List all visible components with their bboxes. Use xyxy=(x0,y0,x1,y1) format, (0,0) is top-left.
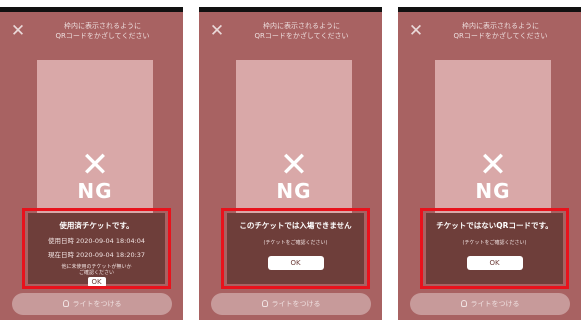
close-icon[interactable]: ✕ xyxy=(406,21,426,41)
light-button-label: ライトをつける xyxy=(72,300,122,308)
phone-screen-no-entry: ✕ 枠内に表示されるように QRコードをかざしてください ✕ NG ライトをつけ… xyxy=(199,7,382,320)
status-bar xyxy=(0,7,183,12)
phone-screen-not-ticket: ✕ 枠内に表示されるように QRコードをかざしてください ✕ NG ライトをつけ… xyxy=(398,7,581,320)
scan-instruction: 枠内に表示されるように QRコードをかざしてください xyxy=(453,22,548,40)
status-bar xyxy=(199,7,382,12)
lightbulb-icon xyxy=(62,300,69,307)
lightbulb-icon xyxy=(460,300,467,307)
phone-screen-used-ticket: ✕ 枠内に表示されるように QRコードをかざしてください ✕ NG ライトをつけ… xyxy=(0,7,183,320)
red-highlight-box xyxy=(22,208,171,289)
ng-label: NG xyxy=(77,179,113,203)
light-button[interactable]: ライトをつける xyxy=(410,293,570,315)
ng-result: ✕ NG xyxy=(37,145,153,203)
light-button-label: ライトをつける xyxy=(271,300,321,308)
red-highlight-box xyxy=(221,208,370,289)
red-highlight-box xyxy=(420,208,569,289)
ng-result: ✕ NG xyxy=(435,145,551,203)
status-bar xyxy=(398,7,581,12)
x-mark-icon: ✕ xyxy=(478,145,508,185)
light-button[interactable]: ライトをつける xyxy=(12,293,172,315)
scan-instruction: 枠内に表示されるように QRコードをかざしてください xyxy=(55,22,150,40)
scan-instruction: 枠内に表示されるように QRコードをかざしてください xyxy=(254,22,349,40)
ng-label: NG xyxy=(276,179,312,203)
light-button-label: ライトをつける xyxy=(470,300,520,308)
close-icon[interactable]: ✕ xyxy=(207,21,227,41)
light-button[interactable]: ライトをつける xyxy=(211,293,371,315)
lightbulb-icon xyxy=(261,300,268,307)
x-mark-icon: ✕ xyxy=(80,145,110,185)
x-mark-icon: ✕ xyxy=(279,145,309,185)
ng-result: ✕ NG xyxy=(236,145,352,203)
close-icon[interactable]: ✕ xyxy=(8,21,28,41)
ng-label: NG xyxy=(475,179,511,203)
